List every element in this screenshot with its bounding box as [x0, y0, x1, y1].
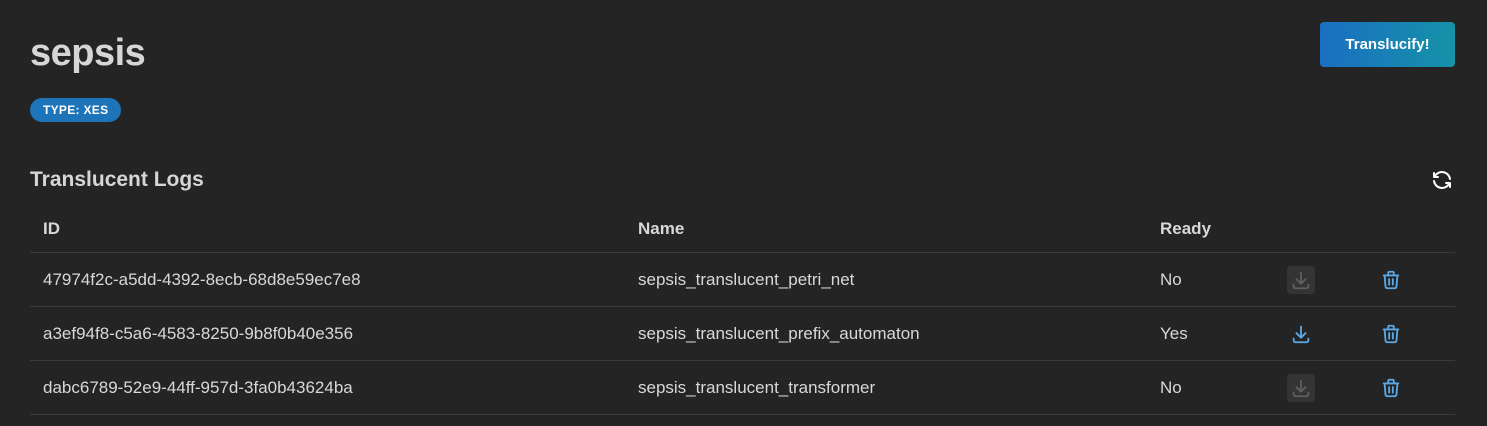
- table-header-row: ID Name Ready: [30, 206, 1455, 253]
- log-name-cell: sepsis_translucent_transformer: [638, 377, 876, 397]
- table-body: 47974f2c-a5dd-4392-8ecb-68d8e59ec7e8 seps…: [30, 253, 1455, 415]
- table-row: dabc6789-52e9-44ff-957d-3fa0b43624ba seps…: [30, 361, 1455, 415]
- log-detail-page: sepsis TYPE: XES Translucify! Translucen…: [0, 0, 1487, 426]
- delete-cell: [1376, 307, 1406, 360]
- table-row: 47974f2c-a5dd-4392-8ecb-68d8e59ec7e8 seps…: [30, 253, 1455, 307]
- log-id-cell: dabc6789-52e9-44ff-957d-3fa0b43624ba: [43, 377, 353, 397]
- ready-status-cell: No: [1160, 377, 1182, 397]
- download-button[interactable]: [1287, 320, 1315, 348]
- log-name-cell: sepsis_translucent_prefix_automaton: [638, 323, 920, 343]
- download-cell: [1286, 307, 1316, 360]
- delete-button[interactable]: [1377, 374, 1405, 402]
- download-icon: [1290, 323, 1312, 345]
- ready-status-cell: Yes: [1160, 323, 1188, 343]
- delete-button[interactable]: [1377, 266, 1405, 294]
- delete-button[interactable]: [1377, 320, 1405, 348]
- download-button: [1287, 373, 1315, 402]
- ready-status-cell: No: [1160, 269, 1182, 289]
- type-badge: TYPE: XES: [30, 98, 122, 122]
- download-button: [1287, 265, 1315, 294]
- trash-icon: [1380, 377, 1402, 399]
- column-header-name: Name: [638, 219, 685, 238]
- delete-cell: [1376, 361, 1406, 414]
- column-header-id: ID: [43, 219, 60, 238]
- trash-icon: [1380, 323, 1402, 345]
- delete-cell: [1376, 253, 1406, 306]
- refresh-icon: [1433, 171, 1451, 189]
- download-icon: [1290, 269, 1312, 291]
- page-title: sepsis: [30, 32, 146, 74]
- download-cell: [1286, 361, 1316, 414]
- table-row: a3ef94f8-c5a6-4583-8250-9b8f0b40e356 seps…: [30, 307, 1455, 361]
- translucify-button[interactable]: Translucify!: [1320, 22, 1455, 67]
- refresh-button[interactable]: [1428, 166, 1456, 194]
- download-cell: [1286, 253, 1316, 306]
- section-title: Translucent Logs: [30, 168, 204, 191]
- column-header-ready: Ready: [1160, 219, 1212, 238]
- translucent-logs-table: ID Name Ready 47974f2c-a5dd-4392-8ecb-68…: [30, 206, 1455, 415]
- log-name-cell: sepsis_translucent_petri_net: [638, 269, 855, 289]
- log-id-cell: 47974f2c-a5dd-4392-8ecb-68d8e59ec7e8: [43, 269, 361, 289]
- download-icon: [1290, 377, 1312, 399]
- log-id-cell: a3ef94f8-c5a6-4583-8250-9b8f0b40e356: [43, 323, 354, 343]
- trash-icon: [1380, 269, 1402, 291]
